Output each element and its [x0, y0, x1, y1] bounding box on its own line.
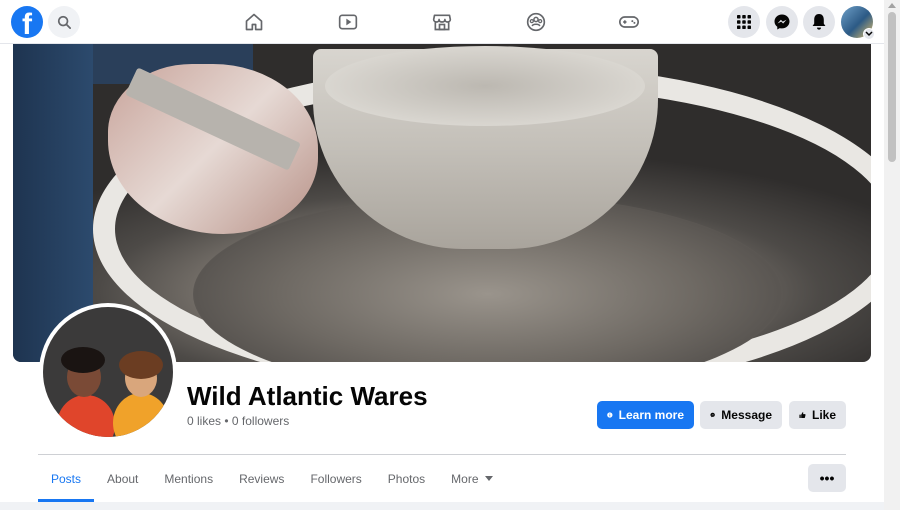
gaming-icon[interactable] [617, 10, 641, 34]
more-options-icon: ••• [819, 470, 835, 486]
page-tabs: Posts About Mentions Reviews Followers P… [38, 455, 506, 502]
home-icon[interactable] [242, 10, 266, 34]
message-button[interactable]: Message [700, 401, 782, 429]
info-icon [607, 412, 613, 418]
scroll-thumb[interactable] [888, 12, 896, 162]
messenger-icon [710, 412, 715, 418]
caret-down-icon [484, 475, 493, 481]
cover-photo-bowl-rim [325, 46, 645, 126]
tab-photos[interactable]: Photos [375, 455, 438, 502]
search-icon [57, 15, 71, 29]
search-button[interactable] [48, 6, 80, 38]
account-avatar[interactable] [841, 6, 875, 40]
tab-label: More [451, 471, 479, 486]
tab-label: About [107, 471, 139, 486]
tab-followers[interactable]: Followers [297, 455, 374, 502]
scroll-up-arrow-icon[interactable] [888, 3, 896, 8]
facebook-logo-letter: f [22, 8, 32, 38]
marketplace-icon[interactable] [430, 10, 454, 34]
learn-more-button[interactable]: Learn more [597, 401, 694, 429]
watch-icon[interactable] [336, 10, 360, 34]
like-button[interactable]: Like [789, 401, 846, 429]
page-title: Wild Atlantic Wares [187, 381, 428, 411]
tab-label: Followers [310, 471, 362, 486]
messenger-icon [774, 14, 790, 30]
groups-icon[interactable] [524, 10, 548, 34]
person-right-hair [119, 351, 163, 379]
tab-more[interactable]: More [438, 455, 505, 502]
tab-posts[interactable]: Posts [38, 455, 95, 502]
tab-label: Mentions [164, 471, 214, 486]
like-label: Like [811, 408, 836, 422]
profile-picture[interactable] [39, 303, 177, 441]
tab-mentions[interactable]: Mentions [151, 455, 226, 502]
person-left-hair [61, 347, 105, 373]
tab-label: Reviews [239, 471, 285, 486]
person-right-shirt [113, 393, 169, 437]
menu-button[interactable] [728, 6, 760, 38]
tab-reviews[interactable]: Reviews [226, 455, 297, 502]
message-label: Message [721, 408, 772, 422]
notifications-button[interactable] [803, 6, 835, 38]
notifications-icon [812, 14, 826, 30]
person-left-shirt [57, 395, 115, 437]
tab-label: Posts [51, 471, 82, 486]
profile-picture-image [43, 307, 173, 437]
chevron-down-icon [863, 28, 875, 40]
top-navigation-bar: f [0, 0, 884, 44]
page-header-card: Wild Atlantic Wares 0 likes • 0 follower… [0, 44, 884, 502]
tab-label: Photos [387, 471, 426, 486]
more-options-button[interactable]: ••• [808, 464, 846, 492]
facebook-logo[interactable]: f [11, 6, 43, 38]
page-stats[interactable]: 0 likes • 0 followers [187, 414, 289, 428]
learn-more-label: Learn more [618, 408, 684, 422]
thumbs-up-icon [799, 412, 806, 419]
tab-about[interactable]: About [94, 455, 151, 502]
page-scrollbar[interactable] [884, 0, 900, 510]
menu-grid-icon [737, 15, 751, 29]
messenger-button[interactable] [766, 6, 798, 38]
